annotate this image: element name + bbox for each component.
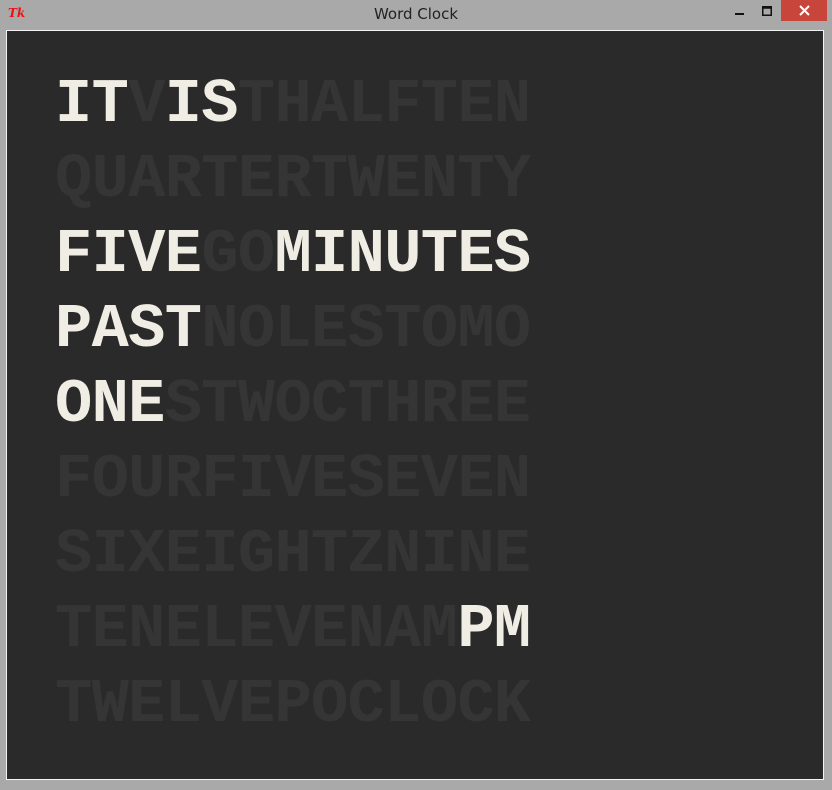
letter-row: FIVEGOMINUTES: [55, 217, 531, 292]
lit-word: PAST: [55, 294, 202, 365]
letter-row: SIXEIGHTZNINE: [55, 517, 531, 592]
letter-row: FOURFIVESEVEN: [55, 442, 531, 517]
lit-word: IS: [164, 69, 239, 140]
lit-word: FIVE: [55, 219, 202, 290]
dim-letters: NOLESTOMO: [201, 294, 531, 365]
minimize-button[interactable]: [727, 0, 753, 22]
maximize-button[interactable]: [754, 0, 780, 22]
lit-word: PM: [457, 594, 531, 665]
window-title: Word Clock: [373, 5, 459, 23]
letter-grid: ITVISTHALFTEN QUARTERTWENTY FIVEGOMINUTES P…: [55, 67, 531, 742]
lit-word: MINUTES: [274, 219, 531, 290]
letter-row: ONESTWOCTHREE: [55, 367, 531, 442]
letter-row: QUARTERTWENTY: [55, 142, 531, 217]
letter-row: ITVISTHALFTEN: [55, 67, 531, 142]
dim-letters: SIXEIGHTZNINE: [55, 519, 531, 590]
letter-row: TENELEVENAMPM: [55, 592, 531, 667]
letter-row: TWELVEPOCLOCK: [55, 667, 531, 742]
close-icon: [798, 5, 810, 16]
letter-row: PASTNOLESTOMO: [55, 292, 531, 367]
close-button[interactable]: [781, 0, 827, 21]
lit-word: IT: [55, 69, 129, 140]
title-bar[interactable]: Tk Word Clock: [0, 0, 832, 28]
dim-letters: V: [128, 69, 165, 140]
clock-face: ITVISTHALFTEN QUARTERTWENTY FIVEGOMINUTES P…: [6, 30, 824, 780]
word-clock-window: Tk Word Clock ITVISTHALFTEN QUARTERTWENTY…: [0, 0, 832, 790]
dim-letters: TWELVEPOCLOCK: [55, 669, 531, 740]
dim-letters: THALFTEN: [237, 69, 531, 140]
dim-letters: GO: [201, 219, 275, 290]
dim-letters: TENELEVENAM: [55, 594, 458, 665]
dim-letters: QUARTERTWENTY: [55, 144, 531, 215]
lit-word: ONE: [55, 369, 165, 440]
minimize-icon: [735, 13, 744, 15]
dim-letters: STWOCTHREE: [164, 369, 531, 440]
dim-letters: FOURFIVESEVEN: [55, 444, 531, 515]
maximize-icon: [762, 6, 772, 16]
